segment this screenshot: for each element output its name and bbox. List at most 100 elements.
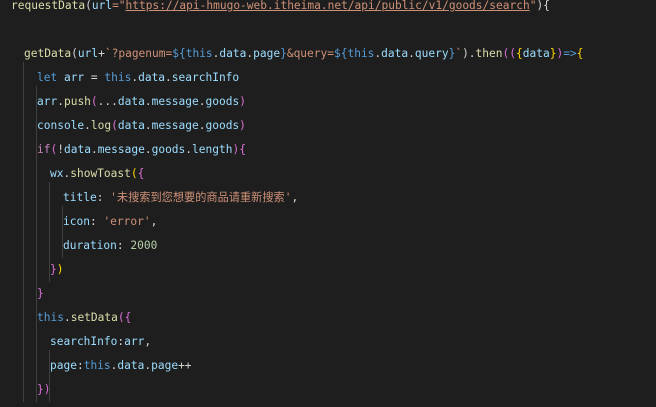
code-line[interactable]: console.log(data.message.goods) (0, 114, 656, 138)
code-token: . (84, 119, 91, 132)
code-token: { (124, 311, 132, 324)
code-line[interactable]: getData(url+`?pagenum=${this.data.page}&… (0, 42, 656, 66)
code-line[interactable]: duration: 2000 (0, 234, 656, 258)
code-token: ) (56, 263, 64, 276)
code-token: . (63, 311, 71, 324)
code-token: searchInfo (171, 71, 240, 84)
code-line[interactable]: arr.push(...data.message.goods) (0, 90, 656, 114)
code-token: goods (205, 95, 240, 108)
code-line[interactable]: } (0, 282, 656, 306)
code-token: title (63, 191, 97, 204)
code-token: if (37, 143, 51, 156)
code-token: =" (112, 0, 126, 12)
code-token: . (90, 143, 98, 156)
code-token: message (151, 119, 199, 132)
code-token: push (63, 95, 91, 108)
code-token: , (291, 191, 299, 204)
code-token: : (116, 239, 131, 252)
code-token: data (381, 47, 409, 60)
code-token: . (165, 71, 172, 84)
code-token: arr (37, 95, 58, 108)
code-token: } (37, 287, 44, 300)
code-token: goods (205, 119, 240, 132)
code-token: showToast (70, 167, 131, 180)
code-token: : (76, 359, 84, 372)
code-token: data (117, 119, 145, 132)
code-token: ) (239, 95, 246, 108)
code-token: , (144, 335, 152, 348)
code-token: { (515, 47, 523, 60)
code-token: page (151, 359, 179, 372)
code-line[interactable]: wx.showToast({ (0, 162, 656, 186)
code-token: 2000 (130, 239, 158, 252)
code-token: = (84, 71, 105, 84)
code-token: => (563, 47, 577, 60)
code-token: message (151, 95, 199, 108)
code-token: data (522, 47, 550, 60)
code-token: } (50, 263, 57, 276)
code-line[interactable] (0, 18, 656, 42)
code-token: . (144, 119, 152, 132)
code-token: } (280, 47, 287, 60)
code-token: . (144, 95, 152, 108)
code-line[interactable]: title: '未搜索到您想要的商品请重新搜索', (0, 186, 656, 210)
code-line[interactable]: let arr = this.data.searchInfo (0, 66, 656, 90)
code-token: ++ (178, 359, 192, 372)
code-token: ( (111, 119, 118, 132)
code-line[interactable]: }) (0, 258, 656, 282)
code-token: goods (151, 143, 186, 156)
code-token: query (414, 47, 449, 60)
code-token: '未搜索到您想要的商品请重新搜索' (110, 191, 292, 204)
code-token: . (198, 95, 206, 108)
code-token: ${ (333, 47, 348, 60)
code-token: data (117, 359, 145, 372)
code-token: this (83, 359, 111, 372)
code-token: this (347, 47, 375, 60)
code-token: { (137, 167, 145, 180)
code-token: ${ (172, 47, 186, 60)
code-token: } (37, 383, 44, 396)
code-editor[interactable]: requestData ( url="https://api-hmugo-web.i… (0, 0, 656, 407)
code-token: ... (97, 95, 118, 108)
code-token: data (63, 143, 91, 156)
code-line[interactable]: }) (0, 378, 656, 402)
code-token: { (239, 143, 246, 156)
code-token: . (57, 95, 64, 108)
code-token: ) (43, 383, 51, 396)
code-token: console (37, 119, 85, 132)
code-line[interactable]: this.setData({ (0, 306, 656, 330)
code-token: ( (130, 167, 138, 180)
code-token: searchInfo (50, 335, 118, 348)
code-token: this (104, 71, 132, 84)
code-token: url (91, 0, 113, 12)
code-token: arr (124, 335, 145, 348)
code-token: ( (71, 47, 78, 60)
code-token: https://api-hmugo-web.itheima.net/api/pu… (125, 0, 530, 12)
code-line[interactable]: if(!data.message.goods.length){ (0, 138, 656, 162)
code-token: arr (63, 71, 85, 84)
code-line[interactable]: searchInfo:arr, (0, 330, 656, 354)
code-token: ( (117, 311, 125, 324)
code-token: (( (502, 47, 516, 60)
code-token: message (97, 143, 145, 156)
code-token: requestData (11, 0, 86, 12)
code-token: ){ (536, 0, 550, 12)
code-line[interactable]: page:this.data.page++ (0, 354, 656, 378)
code-token: setData (70, 311, 118, 324)
code-token: ! (57, 143, 64, 156)
code-token: icon (63, 215, 90, 228)
code-token: { (576, 47, 584, 60)
code-line[interactable]: requestData(url="https://api-hmugo-web.i… (0, 0, 656, 18)
code-token: getData (24, 47, 72, 60)
code-token: . (144, 143, 152, 156)
code-token: &query= (286, 47, 334, 60)
code-token: ) (239, 119, 246, 132)
code-token: length (192, 143, 233, 156)
code-token: duration (63, 239, 117, 252)
code-token: this (37, 311, 64, 324)
code-token: data (219, 47, 247, 60)
code-token: page (253, 47, 281, 60)
code-token: + (98, 47, 105, 60)
code-line[interactable]: icon: 'error', (0, 210, 656, 234)
code-token: then (475, 47, 503, 60)
